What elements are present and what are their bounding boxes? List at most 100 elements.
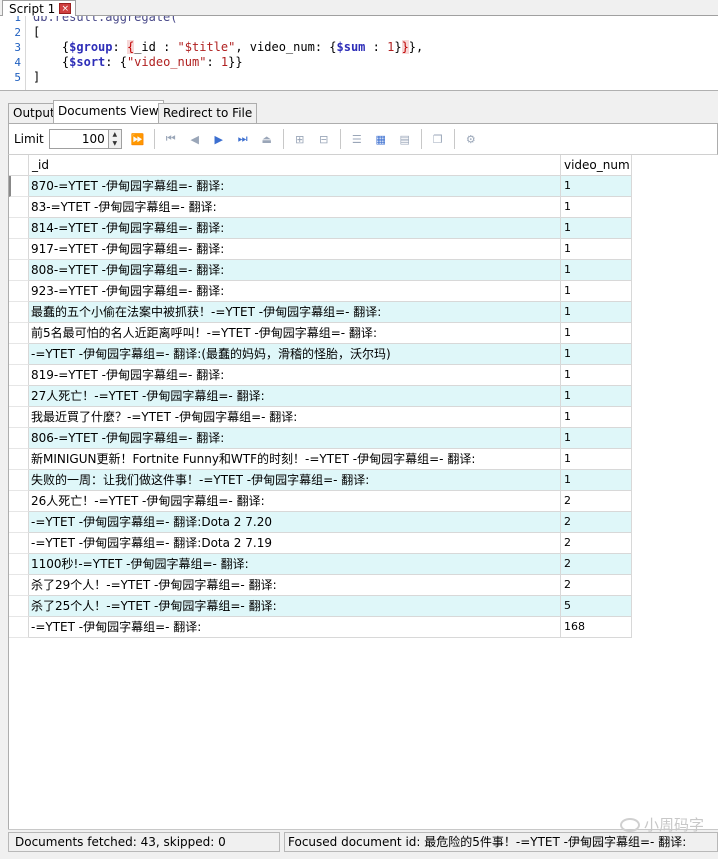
row-indicator[interactable] <box>9 281 29 302</box>
add-doc-icon[interactable]: ⊞ <box>292 131 308 147</box>
cell-video-num[interactable]: 168 <box>561 617 632 638</box>
cell-video-num[interactable]: 1 <box>561 281 632 302</box>
row-indicator[interactable] <box>9 596 29 617</box>
table-row[interactable]: 923-=YTET -伊甸园字幕组=- 翻译: 1 <box>9 281 632 302</box>
row-indicator[interactable] <box>9 323 29 344</box>
fast-forward-icon[interactable]: ⏩ <box>130 131 146 147</box>
tab-output[interactable]: Output <box>8 103 60 123</box>
cell-id[interactable]: -=YTET -伊甸园字幕组=- 翻译:Dota 2 7.20 <box>29 512 561 533</box>
tab-redirect-to-file[interactable]: Redirect to File <box>158 103 258 123</box>
script-tab[interactable]: Script 1 × <box>2 0 77 16</box>
row-indicator[interactable] <box>9 239 29 260</box>
cell-video-num[interactable]: 1 <box>561 449 632 470</box>
cell-video-num[interactable]: 2 <box>561 512 632 533</box>
table-row[interactable]: -=YTET -伊甸园字幕组=- 翻译: 168 <box>9 617 632 638</box>
table-row[interactable]: 814-=YTET -伊甸园字幕组=- 翻译: 1 <box>9 218 632 239</box>
column-header-id[interactable]: _id <box>29 155 561 176</box>
cell-id[interactable]: 917-=YTET -伊甸园字幕组=- 翻译: <box>29 239 561 260</box>
cell-id[interactable]: 我最近買了什麼？-=YTET -伊甸园字幕组=- 翻译: <box>29 407 561 428</box>
cell-id[interactable]: 26人死亡！-=YTET -伊甸园字幕组=- 翻译: <box>29 491 561 512</box>
cell-id[interactable]: 前5名最可怕的名人近距离呼叫！-=YTET -伊甸园字幕组=- 翻译: <box>29 323 561 344</box>
column-header-video-num[interactable]: video_num <box>561 155 632 176</box>
cell-video-num[interactable]: 1 <box>561 386 632 407</box>
cell-video-num[interactable]: 5 <box>561 596 632 617</box>
cell-id[interactable]: 806-=YTET -伊甸园字幕组=- 翻译: <box>29 428 561 449</box>
table-row[interactable]: 新MINIGUN更新！Fortnite Funny和WTF的时刻！-=YTET … <box>9 449 632 470</box>
row-indicator[interactable] <box>9 344 29 365</box>
cell-video-num[interactable]: 1 <box>561 407 632 428</box>
cell-id[interactable]: -=YTET -伊甸园字幕组=- 翻译:Dota 2 7.19 <box>29 533 561 554</box>
cell-video-num[interactable]: 2 <box>561 554 632 575</box>
row-indicator[interactable] <box>9 176 29 197</box>
cell-video-num[interactable]: 2 <box>561 575 632 596</box>
row-indicator[interactable] <box>9 533 29 554</box>
cell-id[interactable]: 杀了25个人！-=YTET -伊甸园字幕组=- 翻译: <box>29 596 561 617</box>
close-icon[interactable]: × <box>59 3 72 14</box>
text-view-icon[interactable]: ▤ <box>397 131 413 147</box>
cell-video-num[interactable]: 1 <box>561 239 632 260</box>
table-row[interactable]: 杀了29个人！-=YTET -伊甸园字幕组=- 翻译: 2 <box>9 575 632 596</box>
cell-video-num[interactable]: 1 <box>561 197 632 218</box>
table-row[interactable]: 819-=YTET -伊甸园字幕组=- 翻译: 1 <box>9 365 632 386</box>
cell-id[interactable]: 27人死亡！-=YTET -伊甸园字幕组=- 翻译: <box>29 386 561 407</box>
table-row[interactable]: 失败的一周：让我们做这件事！-=YTET -伊甸园字幕组=- 翻译: 1 <box>9 470 632 491</box>
tab-documents-view[interactable]: Documents View <box>53 100 164 123</box>
row-indicator[interactable] <box>9 218 29 239</box>
cell-id[interactable]: 失败的一周：让我们做这件事！-=YTET -伊甸园字幕组=- 翻译: <box>29 470 561 491</box>
cell-id[interactable]: 新MINIGUN更新！Fortnite Funny和WTF的时刻！-=YTET … <box>29 449 561 470</box>
eject-icon[interactable]: ⏏ <box>259 131 275 147</box>
cell-id[interactable]: 814-=YTET -伊甸园字幕组=- 翻译: <box>29 218 561 239</box>
row-indicator[interactable] <box>9 491 29 512</box>
cell-id[interactable]: 杀了29个人！-=YTET -伊甸园字幕组=- 翻译: <box>29 575 561 596</box>
cell-id[interactable]: -=YTET -伊甸园字幕组=- 翻译:(最蠢的妈妈，滑稽的怪胎，沃尔玛) <box>29 344 561 365</box>
settings-icon[interactable]: ⚙ <box>463 131 479 147</box>
limit-input[interactable]: 100 <box>48 129 109 149</box>
remove-doc-icon[interactable]: ⊟ <box>316 131 332 147</box>
row-indicator[interactable] <box>9 617 29 638</box>
table-row[interactable]: 26人死亡！-=YTET -伊甸园字幕组=- 翻译: 2 <box>9 491 632 512</box>
row-indicator[interactable] <box>9 302 29 323</box>
row-indicator[interactable] <box>9 197 29 218</box>
table-row[interactable]: 我最近買了什麼？-=YTET -伊甸园字幕组=- 翻译: 1 <box>9 407 632 428</box>
table-row[interactable]: 83-=YTET -伊甸园字幕组=- 翻译: 1 <box>9 197 632 218</box>
cell-id[interactable]: 808-=YTET -伊甸园字幕组=- 翻译: <box>29 260 561 281</box>
limit-stepper[interactable]: ▲ ▼ <box>108 129 122 149</box>
cell-id[interactable]: -=YTET -伊甸园字幕组=- 翻译: <box>29 617 561 638</box>
next-page-icon[interactable]: ▶ <box>211 131 227 147</box>
cell-video-num[interactable]: 2 <box>561 491 632 512</box>
cell-video-num[interactable]: 1 <box>561 302 632 323</box>
cell-video-num[interactable]: 1 <box>561 323 632 344</box>
row-indicator[interactable] <box>9 512 29 533</box>
cell-id[interactable]: 1100秒!-=YTET -伊甸园字幕组=- 翻译: <box>29 554 561 575</box>
row-indicator[interactable] <box>9 365 29 386</box>
table-row[interactable]: -=YTET -伊甸园字幕组=- 翻译:(最蠢的妈妈，滑稽的怪胎，沃尔玛) 1 <box>9 344 632 365</box>
row-indicator[interactable] <box>9 407 29 428</box>
cell-video-num[interactable]: 1 <box>561 260 632 281</box>
table-row[interactable]: 杀了25个人！-=YTET -伊甸园字幕组=- 翻译: 5 <box>9 596 632 617</box>
table-row[interactable]: 870-=YTET -伊甸园字幕组=- 翻译: 1 <box>9 176 632 197</box>
cell-video-num[interactable]: 1 <box>561 365 632 386</box>
row-indicator[interactable] <box>9 575 29 596</box>
table-row[interactable]: 1100秒!-=YTET -伊甸园字幕组=- 翻译: 2 <box>9 554 632 575</box>
table-row[interactable]: 前5名最可怕的名人近距离呼叫！-=YTET -伊甸园字幕组=- 翻译: 1 <box>9 323 632 344</box>
table-row[interactable]: 808-=YTET -伊甸园字幕组=- 翻译: 1 <box>9 260 632 281</box>
cell-id[interactable]: 最蠢的五个小偷在法案中被抓获！-=YTET -伊甸园字幕组=- 翻译: <box>29 302 561 323</box>
table-row[interactable]: 27人死亡！-=YTET -伊甸园字幕组=- 翻译: 1 <box>9 386 632 407</box>
prev-page-icon[interactable]: ◀ <box>187 131 203 147</box>
cell-id[interactable]: 83-=YTET -伊甸园字幕组=- 翻译: <box>29 197 561 218</box>
first-page-icon[interactable]: ⏮ <box>163 131 179 147</box>
row-indicator[interactable] <box>9 260 29 281</box>
cell-video-num[interactable]: 2 <box>561 533 632 554</box>
row-indicator[interactable] <box>9 386 29 407</box>
table-view-icon[interactable]: ▦ <box>373 131 389 147</box>
cell-id[interactable]: 923-=YTET -伊甸园字幕组=- 翻译: <box>29 281 561 302</box>
row-indicator[interactable] <box>9 470 29 491</box>
table-row[interactable]: 806-=YTET -伊甸园字幕组=- 翻译: 1 <box>9 428 632 449</box>
cell-id[interactable]: 819-=YTET -伊甸园字幕组=- 翻译: <box>29 365 561 386</box>
code-editor[interactable]: 1 2 3 4 5 db.result.aggregate( [ {$group… <box>0 16 718 91</box>
last-page-icon[interactable]: ⏭ <box>235 131 251 147</box>
cell-video-num[interactable]: 1 <box>561 470 632 491</box>
row-indicator[interactable] <box>9 449 29 470</box>
cell-video-num[interactable]: 1 <box>561 344 632 365</box>
row-indicator[interactable] <box>9 428 29 449</box>
